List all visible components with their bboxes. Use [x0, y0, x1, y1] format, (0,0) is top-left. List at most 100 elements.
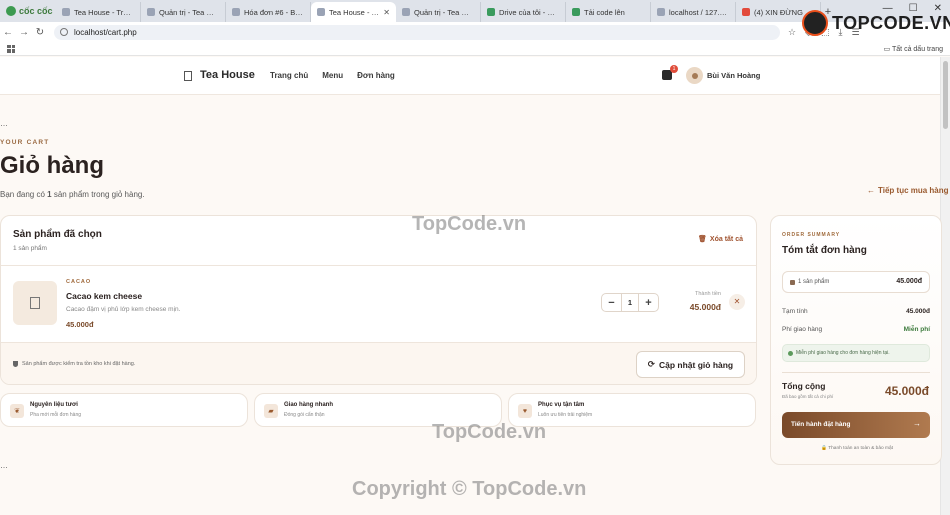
stock-note: Sản phẩm được kiểm tra tồn kho khi đặt h… — [13, 361, 135, 367]
close-tab-icon[interactable]: ✕ — [383, 8, 390, 17]
coccoc-icon — [6, 6, 16, 16]
item-category: CACAO — [66, 279, 92, 285]
tab-title: Drive của tôi - Google — [499, 7, 559, 17]
avatar[interactable] — [686, 67, 703, 84]
summary-item-row: 1 sản phẩm 45.000đ — [782, 271, 930, 293]
browser-logo: cốc cốc — [0, 0, 56, 22]
logo-icon — [184, 71, 192, 81]
truck-icon: ▰ — [264, 404, 278, 418]
apps-grid-icon[interactable] — [7, 44, 15, 53]
shield-icon — [13, 361, 18, 367]
reload-icon[interactable]: ↻ — [32, 27, 48, 38]
page-title: Giỏ hàng — [0, 152, 104, 179]
free-shipping-note: Miễn phí giao hàng cho đơn hàng hiện tại… — [782, 344, 930, 362]
close-icon: ✕ — [733, 297, 741, 306]
tab-6[interactable]: Tải code lên — [566, 2, 651, 22]
secure-text: Thanh toán an toàn & bảo mật — [828, 446, 894, 451]
feature-title: Nguyên liệu tươi — [30, 402, 78, 408]
shipping-row: Phí giao hàng Miễn phí — [782, 326, 930, 333]
tea-icon — [402, 8, 410, 16]
url-input[interactable]: localhost/cart.php — [54, 24, 780, 40]
drive-icon — [487, 8, 495, 16]
summary-item-label: 1 sản phẩm — [790, 279, 829, 285]
feature-subtitle: Đóng gói cẩn thận — [284, 412, 325, 418]
star-icon[interactable]: ☆ — [788, 27, 796, 38]
tab-title: Tea House - Trà sữa — [329, 7, 379, 17]
clear-all-label: Xóa tất cả — [709, 235, 743, 243]
tab-2[interactable]: Hóa đơn #6 - Bùi Văn — [226, 2, 311, 22]
cart-eyebrow: YOUR CART — [0, 139, 50, 146]
nav-home[interactable]: Trang chủ — [270, 71, 308, 80]
secure-payment-note: 🔒 Thanh toán an toàn & bảo mật — [771, 446, 943, 451]
topcode-logo-icon — [802, 10, 828, 36]
check-circle-icon — [788, 350, 793, 356]
site-logo[interactable]: Tea House — [200, 69, 255, 81]
subtotal-label: Tạm tính — [782, 308, 808, 315]
shipping-label: Phí giao hàng — [782, 326, 823, 333]
tea-icon — [62, 8, 70, 16]
all-bookmarks[interactable]: ▭ Tất cả dấu trang — [884, 45, 943, 53]
tea-icon — [147, 8, 155, 16]
tab-0[interactable]: Tea House - Trà sữa nga — [56, 2, 141, 22]
user-name[interactable]: Bùi Văn Hoàng — [707, 71, 760, 80]
quantity-input[interactable]: 1 — [621, 294, 639, 311]
feature-title: Phục vụ tận tâm — [538, 402, 585, 408]
refresh-icon: ⟳ — [647, 359, 655, 369]
update-cart-button[interactable]: ⟳ Cập nhật giỏ hàng — [636, 351, 745, 378]
product-image[interactable] — [13, 281, 57, 325]
clear-all-button[interactable]: 🗑 Xóa tất cả — [698, 235, 743, 244]
nav-orders[interactable]: Đơn hàng — [357, 71, 395, 80]
bag-icon — [790, 279, 795, 285]
decrease-quantity-button[interactable]: − — [602, 297, 621, 309]
url-text: localhost/cart.php — [74, 27, 137, 37]
lock-icon: 🔒 — [820, 446, 827, 451]
tab-1[interactable]: Quản trị - Tea House — [141, 2, 226, 22]
forward-icon[interactable]: → — [16, 27, 32, 38]
topcode-logo-text-value: TOPCODE.VN — [832, 12, 950, 33]
scrollbar-thumb[interactable] — [943, 61, 948, 129]
item-price: 45.000đ — [66, 320, 94, 329]
checkout-button[interactable]: Tiến hành đặt hàng → — [782, 412, 930, 438]
tab-title: localhost / 127.0.0.1 / — [669, 7, 729, 17]
watermark-text: TopCode.vn — [432, 421, 547, 443]
total-value: 45.000đ — [884, 384, 929, 398]
item-name[interactable]: Cacao kem cheese — [66, 291, 142, 301]
watermark-text: TopCode.vn — [412, 213, 527, 235]
remove-item-button[interactable]: ✕ — [729, 294, 745, 310]
browser-brand: cốc cốc — [19, 6, 53, 16]
arrow-left-icon: ← — [867, 186, 875, 195]
increase-quantity-button[interactable]: + — [639, 297, 658, 309]
arrow-right-icon: → — [913, 419, 921, 428]
subtitle-post: sản phẩm trong giỏ hàng. — [51, 190, 145, 199]
subtotal-value: 45.000đ — [906, 308, 930, 315]
continue-label: Tiếp tục mua hàng — [878, 186, 949, 195]
cart-title: Sản phẩm đã chọn — [13, 229, 102, 240]
continue-shopping-link[interactable]: ← Tiếp tục mua hàng — [867, 186, 949, 195]
watermark-copyright: Copyright © TopCode.vn — [352, 478, 587, 500]
tab-title: Quản trị - Tea House — [414, 7, 474, 17]
back-icon[interactable]: ← — [0, 27, 16, 38]
site-info-icon[interactable] — [60, 28, 68, 36]
item-description: Cacao đậm vị phủ lớp kem cheese mịn. — [66, 306, 181, 313]
tab-4[interactable]: Quản trị - Tea House — [396, 2, 481, 22]
tab-3-active[interactable]: Tea House - Trà sữa ✕ — [311, 2, 396, 22]
tab-5[interactable]: Drive của tôi - Google — [481, 2, 566, 22]
user-icon — [691, 72, 698, 79]
site-header: Tea House Trang chủ Menu Đơn hàng 1 Bùi … — [0, 57, 940, 95]
tea-icon — [232, 8, 240, 16]
summary-item-count: 1 sản phẩm — [798, 279, 830, 285]
all-bookmarks-label: Tất cả dấu trang — [892, 45, 943, 53]
ellipsis-marker: … — [0, 461, 8, 470]
subtotal-row: Tạm tính 45.000đ — [782, 308, 930, 315]
tab-title: Hóa đơn #6 - Bùi Văn — [244, 7, 304, 17]
trash-icon: 🗑 — [698, 236, 707, 243]
image-placeholder-icon — [30, 297, 40, 309]
tab-7[interactable]: localhost / 127.0.0.1 / — [651, 2, 736, 22]
ellipsis-marker: … — [0, 119, 8, 128]
nav-menu[interactable]: Menu — [322, 71, 343, 80]
summary-eyebrow: ORDER SUMMARY — [782, 232, 841, 238]
cart-footer: Sản phẩm được kiểm tra tồn kho khi đặt h… — [1, 342, 756, 384]
leaf-icon: ❦ — [10, 404, 24, 418]
quantity-stepper: − 1 + — [601, 293, 659, 312]
shipping-value: Miễn phí — [903, 326, 930, 333]
